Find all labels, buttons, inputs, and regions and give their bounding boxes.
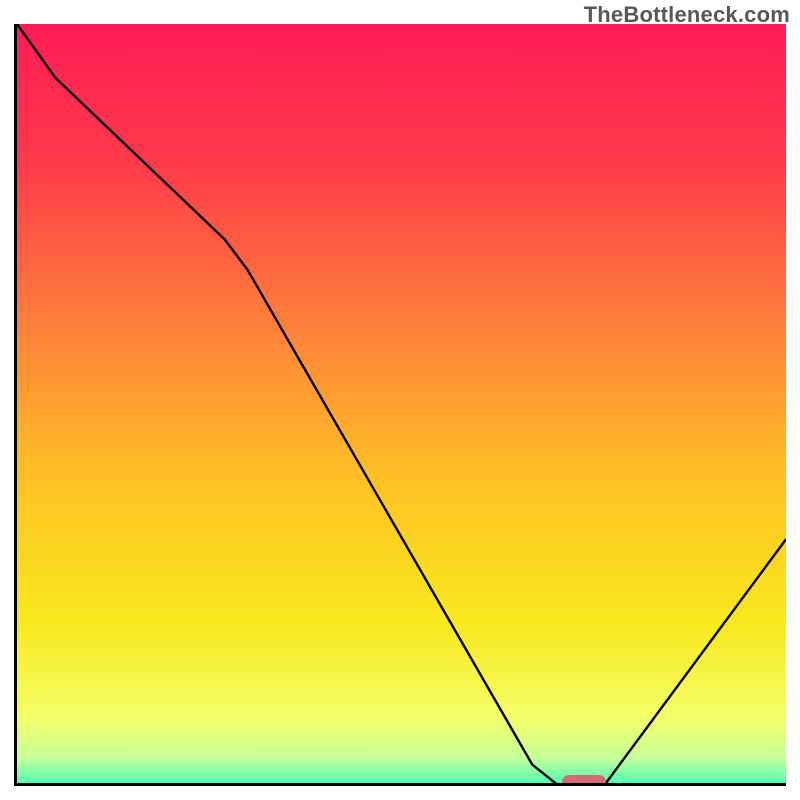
optimal-marker <box>562 775 606 786</box>
chart-frame: TheBottleneck.com <box>0 0 800 800</box>
bottleneck-curve <box>17 24 786 786</box>
plot-area <box>14 24 786 786</box>
